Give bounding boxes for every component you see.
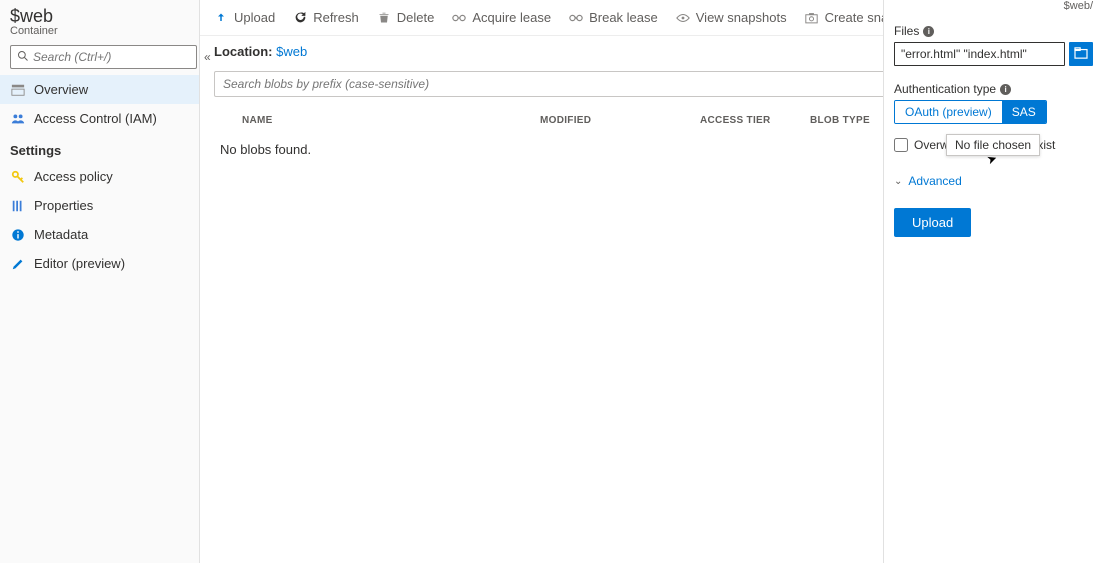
people-icon <box>10 112 26 126</box>
nav-editor[interactable]: Editor (preview) <box>0 249 199 278</box>
auth-sas-button[interactable]: SAS <box>1002 101 1046 123</box>
settings-header: Settings <box>0 133 199 162</box>
upload-panel: $web/ Files i Authentication type i OAut… <box>883 0 1103 563</box>
info-icon <box>10 228 26 242</box>
file-picker-button[interactable] <box>1069 42 1093 66</box>
acquire-lease-button[interactable]: Acquire lease <box>452 10 551 25</box>
toolbar-label: Acquire lease <box>472 10 551 25</box>
page-title: $web <box>10 6 189 27</box>
break-lease-icon <box>569 11 583 25</box>
lease-icon <box>452 11 466 25</box>
auth-segmented-control: OAuth (preview) SAS <box>894 100 1047 124</box>
nav-overview[interactable]: Overview <box>0 75 199 104</box>
delete-button[interactable]: Delete <box>377 10 435 25</box>
nav-item-label: Properties <box>34 198 93 213</box>
info-icon[interactable]: i <box>923 26 934 37</box>
toolbar-label: Break lease <box>589 10 658 25</box>
auth-label: Authentication type <box>894 82 996 96</box>
files-label: Files <box>894 24 919 38</box>
refresh-icon <box>293 11 307 25</box>
page-title-block: $web Container <box>0 4 199 39</box>
location-label: Location: <box>214 44 273 59</box>
advanced-label: Advanced <box>908 174 961 188</box>
overwrite-row: Overwrite No file chosen ➤ xist <box>894 138 1093 152</box>
overwrite-checkbox[interactable] <box>894 138 908 152</box>
toolbar-label: Refresh <box>313 10 359 25</box>
refresh-button[interactable]: Refresh <box>293 10 359 25</box>
search-icon <box>17 50 29 65</box>
advanced-toggle[interactable]: ⌄ Advanced <box>894 174 1093 188</box>
nav-properties[interactable]: Properties <box>0 191 199 220</box>
break-lease-button[interactable]: Break lease <box>569 10 658 25</box>
nav-item-label: Metadata <box>34 227 88 242</box>
upload-submit-button[interactable]: Upload <box>894 208 971 237</box>
page-subtitle: Container <box>10 25 189 37</box>
nav-item-label: Editor (preview) <box>34 256 125 271</box>
trash-icon <box>377 11 391 25</box>
column-name[interactable]: NAME <box>220 115 540 126</box>
sidebar-search-input[interactable] <box>33 50 190 64</box>
key-icon <box>10 170 26 184</box>
nav-item-label: Access Control (IAM) <box>34 111 157 126</box>
auth-oauth-button[interactable]: OAuth (preview) <box>895 101 1002 123</box>
sidebar-search[interactable] <box>10 45 197 69</box>
folder-icon <box>1074 47 1088 62</box>
files-input[interactable] <box>894 42 1065 66</box>
auth-label-row: Authentication type i <box>894 82 1093 96</box>
column-access-tier[interactable]: ACCESS TIER <box>700 115 810 126</box>
nav-item-label: Access policy <box>34 169 113 184</box>
pencil-icon <box>10 257 26 271</box>
location-value[interactable]: $web <box>276 44 307 59</box>
toolbar-label: View snapshots <box>696 10 787 25</box>
toolbar-label: Upload <box>234 10 275 25</box>
upload-button[interactable]: Upload <box>214 10 275 25</box>
overview-icon <box>10 83 26 97</box>
snapshot-icon <box>805 11 819 25</box>
toolbar-label: Delete <box>397 10 435 25</box>
nav-access-policy[interactable]: Access policy <box>0 162 199 191</box>
view-snapshots-button[interactable]: View snapshots <box>676 10 787 25</box>
nav-access-control[interactable]: Access Control (IAM) <box>0 104 199 133</box>
column-modified[interactable]: MODIFIED <box>540 115 700 126</box>
sidebar: $web Container « Overview Access Control… <box>0 0 200 563</box>
upload-icon <box>214 11 228 25</box>
panel-breadcrumb: $web/ <box>894 0 1093 12</box>
eye-icon <box>676 11 690 25</box>
files-label-row: Files i <box>894 24 1093 38</box>
nav-item-label: Overview <box>34 82 88 97</box>
nav-metadata[interactable]: Metadata <box>0 220 199 249</box>
chevron-down-icon: ⌄ <box>894 176 902 187</box>
properties-icon <box>10 199 26 213</box>
info-icon[interactable]: i <box>1000 84 1011 95</box>
